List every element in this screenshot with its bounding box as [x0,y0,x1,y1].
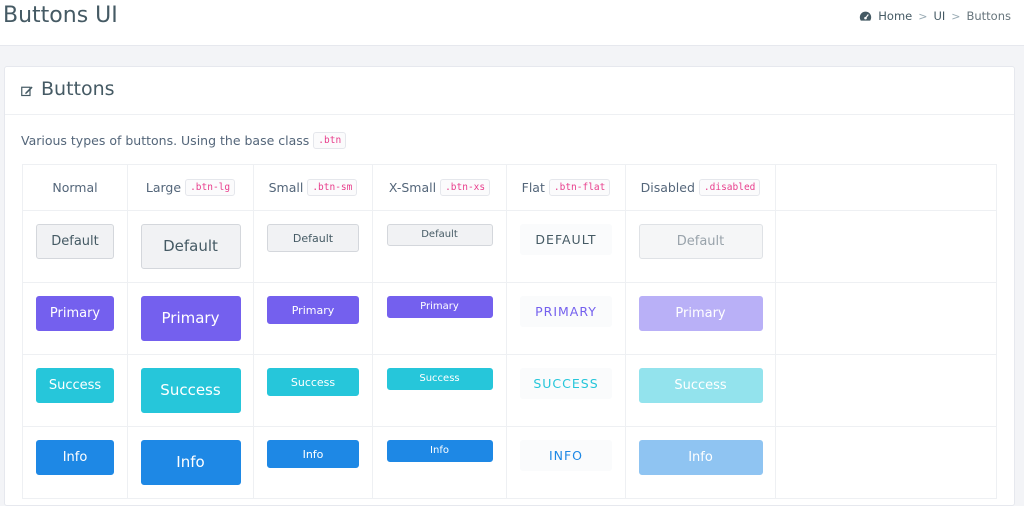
edit-icon [21,86,33,96]
default-button[interactable]: Default [36,224,114,259]
success-button-flat[interactable]: SUCCESS [520,368,612,399]
info-button-flat[interactable]: INFO [520,440,612,471]
column-header-xsmall: X-Small .btn-xs [372,164,507,211]
column-code: .btn-sm [307,179,358,196]
table-header-row: Normal Large .btn-lg Small .btn-sm X-Small… [22,164,997,211]
primary-button-small[interactable]: Primary [267,296,359,324]
success-button-small[interactable]: Success [267,368,359,396]
column-code: .btn-flat [548,179,611,196]
info-button[interactable]: Info [36,440,114,475]
buttons-card: Buttons Various types of buttons. Using … [4,66,1015,506]
column-label: Disabled [640,180,695,195]
column-header-empty [775,164,997,211]
default-button-large[interactable]: Default [140,224,241,269]
table-row-default: Default Default Default Default DEFAULT … [22,210,997,283]
table-row-primary: Primary Primary Primary Primary PRIMARY … [22,282,997,355]
column-label: Small [268,180,304,195]
column-header-normal: Normal [22,164,128,211]
description-text: Various types of buttons. Using the base… [21,133,310,148]
default-button-flat[interactable]: DEFAULT [520,224,612,255]
column-code: .btn-lg [185,179,236,196]
success-button-xsmall[interactable]: Success [386,368,493,390]
column-header-small: Small .btn-sm [253,164,373,211]
column-label: Flat [521,180,545,195]
breadcrumb-home[interactable]: Home [878,9,912,23]
info-button-large[interactable]: Info [140,440,241,485]
base-class-code: .btn [313,132,347,149]
default-button-disabled: Default [638,224,763,259]
dashboard-icon [860,11,872,21]
breadcrumb-separator: > [951,9,961,23]
buttons-table: Normal Large .btn-lg Small .btn-sm X-Small… [22,164,997,499]
primary-button-flat[interactable]: PRIMARY [520,296,612,327]
card-description: Various types of buttons. Using the base… [21,132,347,149]
primary-button-xsmall[interactable]: Primary [386,296,493,318]
primary-button-large[interactable]: Primary [140,296,241,341]
info-button-disabled: Info [638,440,763,475]
primary-button-disabled: Primary [638,296,763,331]
column-header-disabled: Disabled .disabled [625,164,776,211]
column-label: X-Small [388,180,437,195]
column-label: Large [145,180,182,195]
breadcrumb-ui[interactable]: UI [933,9,945,23]
card-header: Buttons [5,67,1014,115]
column-header-flat: Flat .btn-flat [506,164,626,211]
success-button-large[interactable]: Success [140,368,241,413]
success-button-disabled: Success [638,368,763,403]
table-row-success: Success Success Success Success SUCCESS … [22,354,997,427]
default-button-small[interactable]: Default [267,224,359,252]
card-title-text: Buttons [41,78,115,100]
top-bar: Buttons UI Home > UI > Buttons [0,0,1024,46]
column-label: Normal [52,180,98,195]
breadcrumb-separator: > [918,9,928,23]
breadcrumb: Home > UI > Buttons [859,9,1011,23]
info-button-small[interactable]: Info [267,440,359,468]
info-button-xsmall[interactable]: Info [386,440,493,462]
success-button[interactable]: Success [36,368,114,403]
primary-button[interactable]: Primary [36,296,114,331]
column-header-large: Large .btn-lg [127,164,254,211]
column-code: .btn-xs [440,179,491,196]
column-code: .disabled [698,179,761,196]
breadcrumb-current: Buttons [966,9,1011,23]
table-row-info: Info Info Info Info INFO Info [22,426,997,499]
page-title: Buttons UI [3,3,118,28]
default-button-xsmall[interactable]: Default [386,224,493,246]
card-title: Buttons [21,78,115,100]
